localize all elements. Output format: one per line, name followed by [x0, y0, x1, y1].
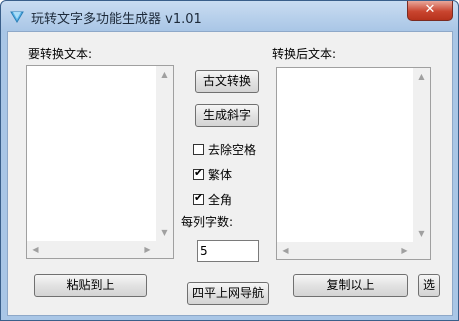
- paste-button[interactable]: 粘贴到上: [34, 274, 147, 297]
- scroll-left-icon[interactable]: ◀: [27, 241, 44, 258]
- select-button[interactable]: 选: [418, 274, 440, 297]
- close-button[interactable]: ✕: [407, 1, 453, 21]
- scroll-left-icon[interactable]: ◀: [277, 242, 294, 259]
- scroll-up-icon[interactable]: ▲: [156, 66, 173, 83]
- client-area: 要转换文本: ▲ ▼ ◀ ▶ 古文转换 生成斜字 去除空格 ✔ 繁体 ✔ 全角 每列…: [7, 31, 453, 316]
- vertical-scrollbar[interactable]: ▲ ▼: [156, 66, 173, 241]
- scroll-right-icon[interactable]: ▶: [139, 241, 156, 258]
- vertical-scrollbar[interactable]: ▲ ▼: [413, 68, 430, 242]
- check-icon: ✔: [194, 166, 204, 179]
- traditional-checkbox[interactable]: ✔: [193, 166, 204, 180]
- traditional-option[interactable]: ✔ 繁体: [193, 166, 232, 183]
- navigation-button[interactable]: 四平上网导航: [187, 282, 269, 305]
- chars-per-column-input[interactable]: 5: [197, 240, 259, 262]
- copy-button[interactable]: 复制以上: [293, 274, 408, 297]
- scroll-up-icon[interactable]: ▲: [413, 68, 430, 85]
- horizontal-scrollbar[interactable]: ◀ ▶: [277, 242, 413, 259]
- scroll-down-icon[interactable]: ▼: [413, 225, 430, 242]
- scroll-corner: [413, 242, 430, 259]
- close-icon: ✕: [424, 2, 436, 17]
- source-textarea[interactable]: ▲ ▼ ◀ ▶: [26, 65, 174, 259]
- fullwidth-option[interactable]: ✔ 全角: [193, 191, 232, 208]
- title-bar[interactable]: 玩转文字多功能生成器 v1.01 ✕: [1, 1, 458, 31]
- remove-spaces-label: 去除空格: [208, 143, 257, 157]
- chars-per-column-label: 每列字数:: [181, 215, 234, 229]
- window-title: 玩转文字多功能生成器 v1.01: [31, 12, 202, 27]
- horizontal-scrollbar[interactable]: ◀ ▶: [27, 241, 156, 258]
- fullwidth-checkbox[interactable]: ✔: [193, 191, 204, 205]
- remove-spaces-checkbox[interactable]: [193, 144, 204, 155]
- scroll-right-icon[interactable]: ▶: [396, 242, 413, 259]
- source-text-label: 要转换文本:: [28, 47, 93, 61]
- result-text-label: 转换后文本:: [272, 47, 337, 61]
- remove-spaces-option[interactable]: 去除空格: [193, 141, 256, 158]
- app-icon: [10, 11, 24, 23]
- scroll-down-icon[interactable]: ▼: [156, 224, 173, 241]
- check-icon: ✔: [194, 191, 204, 204]
- italic-generate-button[interactable]: 生成斜字: [195, 104, 259, 127]
- classical-convert-button[interactable]: 古文转换: [195, 70, 259, 93]
- fullwidth-label: 全角: [208, 193, 233, 207]
- result-textarea[interactable]: ▲ ▼ ◀ ▶: [276, 67, 431, 260]
- scroll-corner: [156, 241, 173, 258]
- app-window: 玩转文字多功能生成器 v1.01 ✕ 要转换文本: ▲ ▼ ◀ ▶ 古文转换 生…: [0, 0, 459, 321]
- traditional-label: 繁体: [208, 168, 233, 182]
